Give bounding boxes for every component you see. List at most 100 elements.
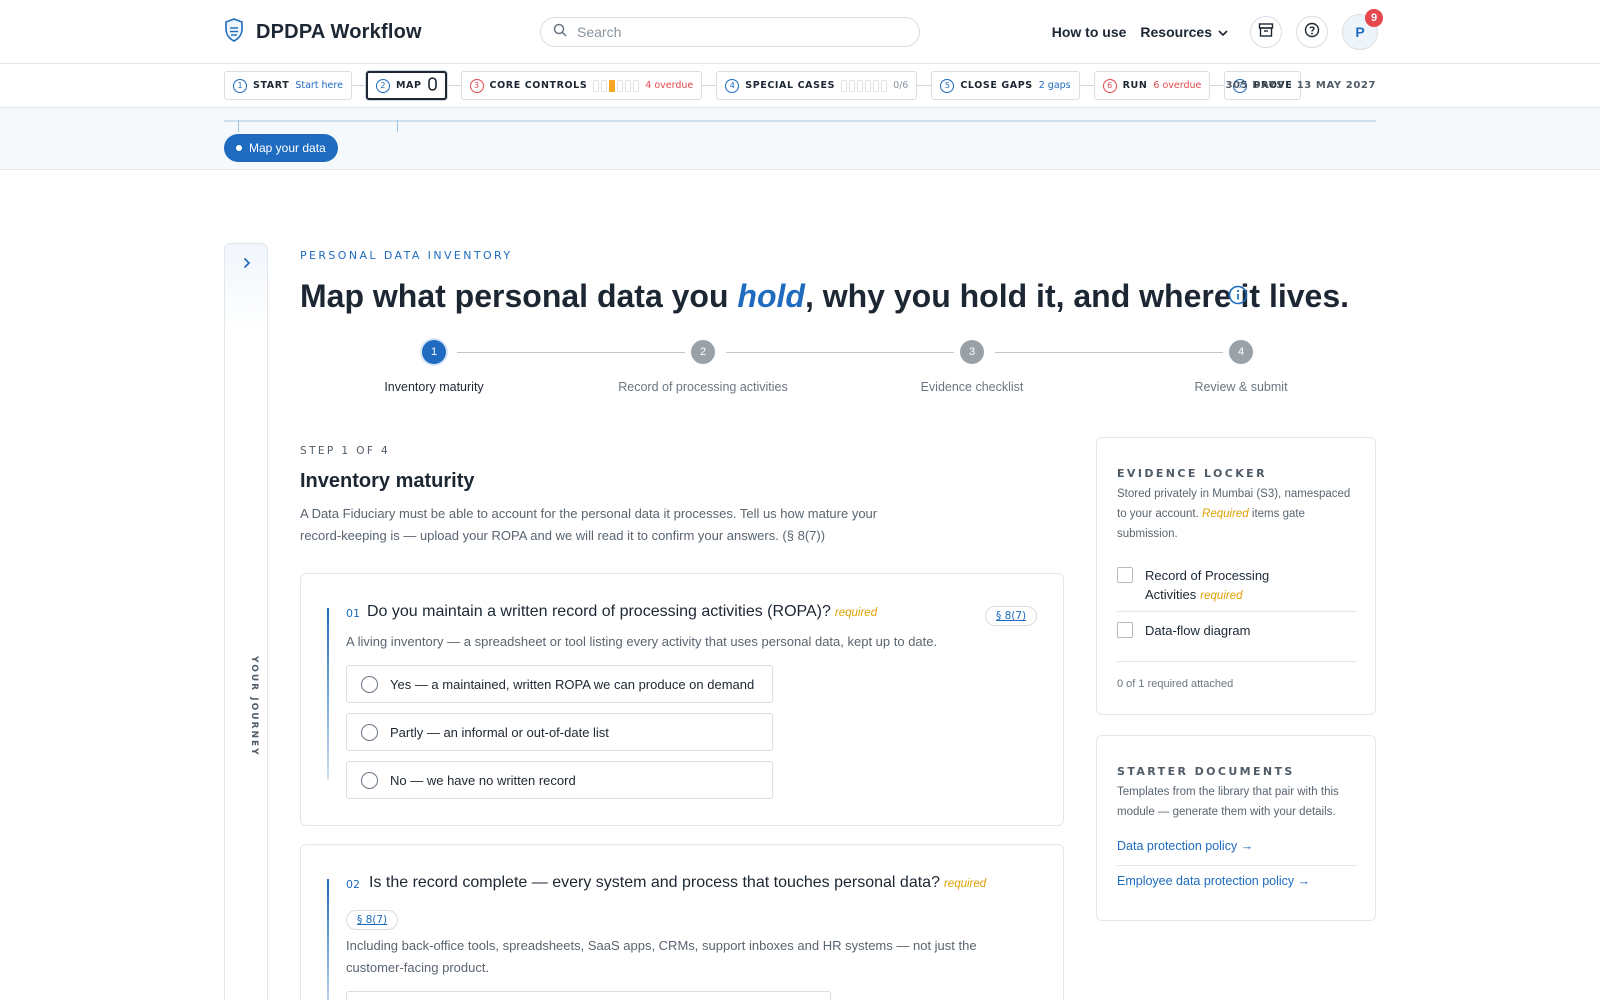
- timeline-tick: [397, 120, 398, 132]
- answer-option-no[interactable]: No — we have no written record: [346, 761, 773, 799]
- evidence-locker-panel: EVIDENCE LOCKER Stored privately in Mumb…: [1096, 437, 1376, 715]
- progress-segment: [881, 79, 888, 92]
- evidence-item-data-flow[interactable]: Data-flow diagram: [1117, 621, 1357, 640]
- step-description: A Data Fiduciary must be able to account…: [300, 506, 878, 543]
- data-protection-policy-link[interactable]: Data protection policy →: [1117, 839, 1253, 853]
- question-help: A living inventory — a spreadsheet or to…: [346, 634, 938, 649]
- stepper-label-2[interactable]: Record of processing activities: [593, 380, 813, 394]
- stepper-label-3[interactable]: Evidence checklist: [862, 380, 1082, 394]
- archive-icon: [1258, 22, 1274, 43]
- header-actions: How to use Resources P 9: [1052, 9, 1383, 50]
- stepper-label-4[interactable]: Review & submit: [1131, 380, 1351, 394]
- avatar[interactable]: P 9: [1342, 9, 1383, 50]
- statute-reference-link[interactable]: § 8(7): [985, 606, 1038, 626]
- chevron-right-icon: [243, 257, 251, 269]
- title-part: , why you hold it, and where it lives.: [804, 278, 1350, 314]
- journey-step-core-controls[interactable]: 3 CORE CONTROLS 4 overdue: [460, 71, 703, 100]
- resources-dropdown[interactable]: Resources: [1140, 24, 1228, 40]
- journey-step-close-gaps[interactable]: 5 CLOSE GAPS 2 gaps: [931, 71, 1080, 100]
- search-input[interactable]: [577, 24, 877, 40]
- step-connector: [446, 85, 461, 86]
- step-counter: STEP 1 OF 4: [300, 445, 391, 457]
- step-label: SPECIAL CASES: [745, 80, 836, 91]
- step-connector: [1210, 85, 1225, 86]
- question-accent-bar: [327, 608, 329, 780]
- step-number: 2: [375, 78, 390, 93]
- stepper-circle-2[interactable]: 2: [691, 340, 715, 364]
- radio-button[interactable]: [361, 675, 378, 693]
- how-to-use-link[interactable]: How to use: [1052, 24, 1127, 40]
- step-connector: [702, 85, 717, 86]
- attachment-count: 0 of 1 required attached: [1117, 678, 1234, 690]
- answer-option[interactable]: [346, 991, 831, 1000]
- current-stage-pill[interactable]: Map your data: [224, 134, 338, 162]
- journey-rail: YOUR JOURNEY: [224, 243, 268, 1000]
- required-word: Required: [1202, 508, 1249, 520]
- question-number: 02: [346, 878, 360, 891]
- step-title: Inventory maturity: [300, 470, 475, 492]
- stepper-circle-3[interactable]: 3: [960, 340, 984, 364]
- radio-button[interactable]: [361, 723, 378, 741]
- progress-segment: [609, 79, 616, 92]
- journey-step-start[interactable]: 1 START Start here: [224, 71, 352, 100]
- panel-eyebrow: STARTER DOCUMENTS: [1117, 765, 1295, 778]
- step-number: 3: [469, 78, 484, 93]
- brand-name: DPDPA Workflow: [256, 21, 422, 43]
- expand-rail-button[interactable]: [238, 254, 256, 272]
- question-title: Do you maintain a written record of proc…: [367, 603, 877, 621]
- step-status: 6 overdue: [1153, 80, 1202, 91]
- question-text: Is the record complete — every system an…: [369, 874, 940, 891]
- avatar-initial: P: [1355, 24, 1365, 40]
- rail-label: YOUR JOURNEY: [249, 656, 259, 757]
- step-label: START: [253, 80, 290, 91]
- stepper-label-1[interactable]: Inventory maturity: [324, 380, 544, 394]
- option-label: No — we have no written record: [390, 772, 576, 788]
- employee-data-protection-policy-link[interactable]: Employee data protection policy →: [1117, 874, 1310, 888]
- help-button[interactable]: [1296, 16, 1328, 48]
- question-text: Do you maintain a written record of proc…: [367, 603, 831, 620]
- search-box[interactable]: [540, 17, 920, 47]
- deadline-countdown: 305 DAYS · 13 MAY 2027: [1225, 80, 1376, 91]
- progress-segment: [873, 79, 880, 92]
- help-icon: [1304, 22, 1320, 43]
- evidence-item-text: Record of Processing Activities required: [1145, 566, 1357, 606]
- stepper-circle-1[interactable]: 1: [422, 340, 446, 364]
- evidence-checkbox[interactable]: [1117, 567, 1133, 583]
- journey-step-run[interactable]: 6 RUN 6 overdue: [1093, 71, 1211, 100]
- timeline-tick: [238, 120, 239, 132]
- info-icon[interactable]: [1228, 285, 1248, 310]
- journey-step-map[interactable]: 2 MAP: [365, 71, 447, 100]
- stepper-line: [726, 352, 954, 353]
- progress-segment: [593, 79, 600, 92]
- answer-option-yes[interactable]: Yes — a maintained, written ROPA we can …: [346, 665, 773, 703]
- answer-option-partly[interactable]: Partly — an informal or out-of-date list: [346, 713, 773, 751]
- title-part: Map what personal data you: [300, 278, 738, 314]
- step-number: 6: [1102, 78, 1117, 93]
- progress-segment: [633, 79, 640, 92]
- step-label: MAP: [395, 80, 422, 91]
- archive-button[interactable]: [1250, 16, 1282, 48]
- divider: [1117, 661, 1357, 662]
- core-controls-progress: [593, 79, 640, 92]
- focus-cursor-icon: [427, 76, 437, 95]
- progress-segment: [849, 79, 856, 92]
- stepper-line: [457, 352, 685, 353]
- panel-description: Stored privately in Mumbai (S3), namespa…: [1117, 484, 1357, 544]
- panel-eyebrow: EVIDENCE LOCKER: [1117, 467, 1267, 480]
- radio-button[interactable]: [361, 771, 378, 789]
- statute-reference-link[interactable]: § 8(7): [346, 910, 399, 930]
- shield-logo-icon: [224, 18, 244, 47]
- current-stage-label: Map your data: [249, 141, 326, 155]
- brand[interactable]: DPDPA Workflow: [224, 18, 422, 47]
- step-status: Start here: [295, 80, 343, 91]
- journey-step-special-cases[interactable]: 4 SPECIAL CASES 0/6: [716, 71, 918, 100]
- question-accent-bar: [327, 879, 329, 1000]
- step-status: 0/6: [893, 80, 909, 91]
- evidence-item-ropa[interactable]: Record of Processing Activities required: [1117, 566, 1357, 606]
- evidence-checkbox[interactable]: [1117, 622, 1133, 638]
- stepper-circle-4[interactable]: 4: [1229, 340, 1253, 364]
- progress-segment: [857, 79, 864, 92]
- step-label: CLOSE GAPS: [960, 80, 1033, 91]
- resources-label: Resources: [1140, 24, 1212, 40]
- question-help: Including back-office tools, spreadsheet…: [346, 938, 977, 975]
